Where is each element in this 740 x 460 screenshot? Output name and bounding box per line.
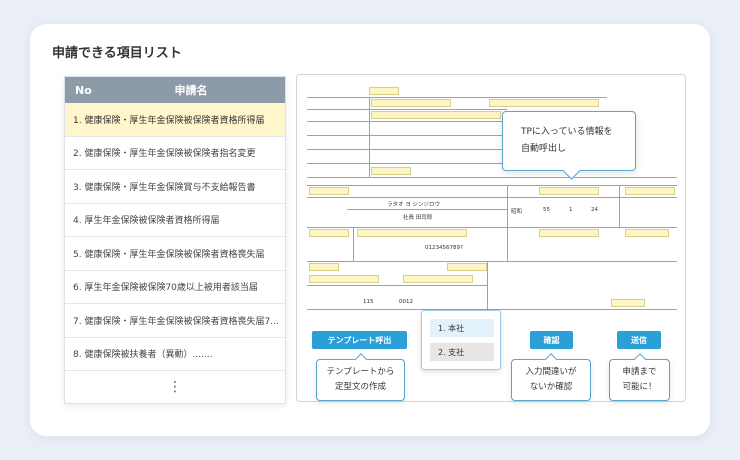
list-header: No 申請名 [65,77,285,103]
page-title: 申請できる項目リスト [52,46,182,61]
send-button[interactable]: 送信 [617,331,661,349]
list-item[interactable]: 7. 健康保険・厚生年金保険被保険者資格喪失届7... [65,304,285,338]
template-options-popup: 1. 本社 2. 支社 [421,310,501,370]
form-field [611,299,645,307]
form-field [489,99,599,107]
callout-line: テンプレートから [326,367,395,377]
callout-line: 入力間違いが [525,367,577,377]
list-item[interactable]: 3. 健康保険・厚生年金保険賞与不支給報告書 [65,170,285,204]
form-field [447,263,487,271]
template-option[interactable]: 1. 本社 [430,319,494,337]
form-field [309,229,349,237]
header-name: 申請名 [174,84,208,97]
form-field [625,229,669,237]
era-label: 昭和 [511,209,523,215]
list-item[interactable]: 2. 健康保険・厚生年金保険被保険者指名変更 [65,137,285,170]
application-list: No 申請名 1. 健康保険・厚生年金保険被保険者資格所得届 2. 健康保険・厚… [64,76,286,404]
birth-day: 24 [591,207,598,213]
birth-year: 55 [543,207,550,213]
send-callout: 申請まで 可能に！ [609,359,670,401]
form-field [371,167,411,175]
form-field [625,187,675,195]
form-field [371,99,451,107]
form-field [403,275,473,283]
callout-line: 定型文の作成 [334,382,386,392]
name-value: 社員 田司郎 [403,215,433,221]
name-kana: ラタオ ヨ シンジロウ [387,202,440,208]
tooltip-line-2: 自動呼出し [521,144,567,154]
form-field [371,111,501,119]
form-field [357,229,467,237]
form-field [539,187,599,195]
template-button[interactable]: テンプレート呼出 [312,331,407,349]
confirm-callout: 入力間違いが ないか確認 [511,359,591,401]
callout-line: ないか確認 [529,382,573,392]
tooltip-line-1: TPに入っている情報を [521,127,613,137]
form-field [309,275,379,283]
list-item[interactable]: 5. 健康保険・厚生年金保険被保険者資格喪失届 [65,237,285,271]
list-item[interactable]: 4. 厚生年金保険被保険者資格所得届 [65,204,285,237]
form-field [369,87,399,95]
form-field [539,229,599,237]
list-item[interactable]: 8. 健康保険被扶養者（異動）....... [65,338,285,371]
callout-line: 申請まで [622,367,657,377]
form-field [309,187,349,195]
zip-code-2: 0012 [399,299,413,305]
callout-line: 可能に！ [622,382,657,392]
list-item[interactable]: 1. 健康保険・厚生年金保険被保険者資格所得届 [65,103,285,137]
list-item[interactable]: 6. 厚生年金保険被保険70歳以上被用者該当届 [65,271,285,304]
birth-month: 1 [569,207,573,213]
template-option[interactable]: 2. 支社 [430,343,494,361]
form-field [309,263,339,271]
confirm-button[interactable]: 確認 [530,331,573,349]
template-callout: テンプレートから 定型文の作成 [316,359,405,401]
auto-fill-tooltip: TPに入っている情報を 自動呼出し [502,111,636,171]
more-indicator: ⋮ [168,379,182,395]
header-no: No [75,83,92,97]
zip-code: 115 [363,299,374,305]
basic-number: 0123456789? [425,245,463,251]
